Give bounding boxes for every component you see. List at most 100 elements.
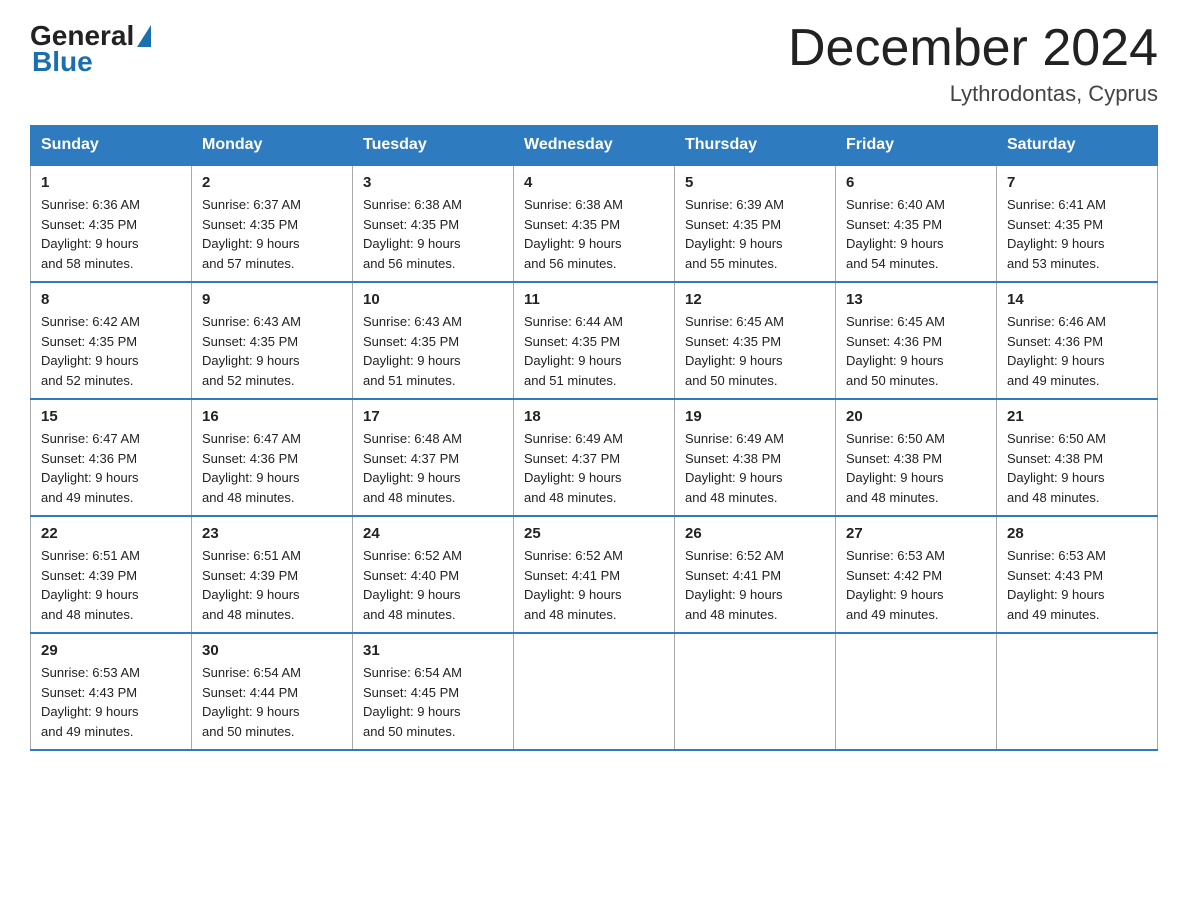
day-number: 11 bbox=[524, 291, 664, 308]
day-number: 21 bbox=[1007, 408, 1147, 425]
calendar-subtitle: Lythrodontas, Cyprus bbox=[788, 81, 1158, 107]
logo-triangle-icon bbox=[137, 25, 151, 47]
weekday-header-wednesday: Wednesday bbox=[514, 126, 675, 166]
logo-blue-text: Blue bbox=[32, 46, 93, 78]
calendar-cell bbox=[836, 633, 997, 750]
day-info: Sunrise: 6:36 AM Sunset: 4:35 PM Dayligh… bbox=[41, 195, 181, 273]
day-number: 12 bbox=[685, 291, 825, 308]
calendar-week-row: 1 Sunrise: 6:36 AM Sunset: 4:35 PM Dayli… bbox=[31, 165, 1158, 282]
weekday-header-tuesday: Tuesday bbox=[353, 126, 514, 166]
calendar-week-row: 15 Sunrise: 6:47 AM Sunset: 4:36 PM Dayl… bbox=[31, 399, 1158, 516]
day-info: Sunrise: 6:54 AM Sunset: 4:44 PM Dayligh… bbox=[202, 663, 342, 741]
calendar-cell: 9 Sunrise: 6:43 AM Sunset: 4:35 PM Dayli… bbox=[192, 282, 353, 399]
day-number: 24 bbox=[363, 525, 503, 542]
weekday-header-thursday: Thursday bbox=[675, 126, 836, 166]
day-info: Sunrise: 6:53 AM Sunset: 4:43 PM Dayligh… bbox=[41, 663, 181, 741]
day-info: Sunrise: 6:43 AM Sunset: 4:35 PM Dayligh… bbox=[202, 312, 342, 390]
calendar-cell: 16 Sunrise: 6:47 AM Sunset: 4:36 PM Dayl… bbox=[192, 399, 353, 516]
calendar-cell: 25 Sunrise: 6:52 AM Sunset: 4:41 PM Dayl… bbox=[514, 516, 675, 633]
day-number: 13 bbox=[846, 291, 986, 308]
calendar-cell: 19 Sunrise: 6:49 AM Sunset: 4:38 PM Dayl… bbox=[675, 399, 836, 516]
day-info: Sunrise: 6:37 AM Sunset: 4:35 PM Dayligh… bbox=[202, 195, 342, 273]
day-number: 3 bbox=[363, 174, 503, 191]
calendar-cell: 30 Sunrise: 6:54 AM Sunset: 4:44 PM Dayl… bbox=[192, 633, 353, 750]
day-info: Sunrise: 6:44 AM Sunset: 4:35 PM Dayligh… bbox=[524, 312, 664, 390]
calendar-cell: 21 Sunrise: 6:50 AM Sunset: 4:38 PM Dayl… bbox=[997, 399, 1158, 516]
day-info: Sunrise: 6:49 AM Sunset: 4:37 PM Dayligh… bbox=[524, 429, 664, 507]
calendar-cell: 17 Sunrise: 6:48 AM Sunset: 4:37 PM Dayl… bbox=[353, 399, 514, 516]
day-info: Sunrise: 6:50 AM Sunset: 4:38 PM Dayligh… bbox=[846, 429, 986, 507]
day-info: Sunrise: 6:51 AM Sunset: 4:39 PM Dayligh… bbox=[202, 546, 342, 624]
day-info: Sunrise: 6:40 AM Sunset: 4:35 PM Dayligh… bbox=[846, 195, 986, 273]
calendar-cell: 4 Sunrise: 6:38 AM Sunset: 4:35 PM Dayli… bbox=[514, 165, 675, 282]
day-number: 10 bbox=[363, 291, 503, 308]
day-info: Sunrise: 6:39 AM Sunset: 4:35 PM Dayligh… bbox=[685, 195, 825, 273]
calendar-cell: 10 Sunrise: 6:43 AM Sunset: 4:35 PM Dayl… bbox=[353, 282, 514, 399]
day-number: 30 bbox=[202, 642, 342, 659]
day-info: Sunrise: 6:52 AM Sunset: 4:41 PM Dayligh… bbox=[524, 546, 664, 624]
calendar-cell: 3 Sunrise: 6:38 AM Sunset: 4:35 PM Dayli… bbox=[353, 165, 514, 282]
day-number: 16 bbox=[202, 408, 342, 425]
calendar-cell: 28 Sunrise: 6:53 AM Sunset: 4:43 PM Dayl… bbox=[997, 516, 1158, 633]
day-number: 14 bbox=[1007, 291, 1147, 308]
day-info: Sunrise: 6:41 AM Sunset: 4:35 PM Dayligh… bbox=[1007, 195, 1147, 273]
weekday-header-sunday: Sunday bbox=[31, 126, 192, 166]
day-number: 7 bbox=[1007, 174, 1147, 191]
day-number: 2 bbox=[202, 174, 342, 191]
day-number: 5 bbox=[685, 174, 825, 191]
day-number: 4 bbox=[524, 174, 664, 191]
day-number: 18 bbox=[524, 408, 664, 425]
day-number: 29 bbox=[41, 642, 181, 659]
day-number: 25 bbox=[524, 525, 664, 542]
day-number: 8 bbox=[41, 291, 181, 308]
calendar-cell: 13 Sunrise: 6:45 AM Sunset: 4:36 PM Dayl… bbox=[836, 282, 997, 399]
calendar-cell bbox=[675, 633, 836, 750]
logo: General Blue bbox=[30, 20, 151, 78]
weekday-header-monday: Monday bbox=[192, 126, 353, 166]
calendar-cell: 14 Sunrise: 6:46 AM Sunset: 4:36 PM Dayl… bbox=[997, 282, 1158, 399]
weekday-header-saturday: Saturday bbox=[997, 126, 1158, 166]
calendar-week-row: 22 Sunrise: 6:51 AM Sunset: 4:39 PM Dayl… bbox=[31, 516, 1158, 633]
calendar-cell: 27 Sunrise: 6:53 AM Sunset: 4:42 PM Dayl… bbox=[836, 516, 997, 633]
day-number: 28 bbox=[1007, 525, 1147, 542]
day-info: Sunrise: 6:45 AM Sunset: 4:36 PM Dayligh… bbox=[846, 312, 986, 390]
calendar-week-row: 29 Sunrise: 6:53 AM Sunset: 4:43 PM Dayl… bbox=[31, 633, 1158, 750]
day-number: 15 bbox=[41, 408, 181, 425]
calendar-cell: 22 Sunrise: 6:51 AM Sunset: 4:39 PM Dayl… bbox=[31, 516, 192, 633]
day-number: 22 bbox=[41, 525, 181, 542]
calendar-cell: 24 Sunrise: 6:52 AM Sunset: 4:40 PM Dayl… bbox=[353, 516, 514, 633]
day-number: 19 bbox=[685, 408, 825, 425]
day-info: Sunrise: 6:47 AM Sunset: 4:36 PM Dayligh… bbox=[41, 429, 181, 507]
day-info: Sunrise: 6:45 AM Sunset: 4:35 PM Dayligh… bbox=[685, 312, 825, 390]
calendar-table: SundayMondayTuesdayWednesdayThursdayFrid… bbox=[30, 125, 1158, 751]
day-number: 26 bbox=[685, 525, 825, 542]
day-info: Sunrise: 6:38 AM Sunset: 4:35 PM Dayligh… bbox=[363, 195, 503, 273]
calendar-cell: 12 Sunrise: 6:45 AM Sunset: 4:35 PM Dayl… bbox=[675, 282, 836, 399]
day-info: Sunrise: 6:52 AM Sunset: 4:41 PM Dayligh… bbox=[685, 546, 825, 624]
day-info: Sunrise: 6:46 AM Sunset: 4:36 PM Dayligh… bbox=[1007, 312, 1147, 390]
day-info: Sunrise: 6:54 AM Sunset: 4:45 PM Dayligh… bbox=[363, 663, 503, 741]
calendar-cell: 26 Sunrise: 6:52 AM Sunset: 4:41 PM Dayl… bbox=[675, 516, 836, 633]
calendar-week-row: 8 Sunrise: 6:42 AM Sunset: 4:35 PM Dayli… bbox=[31, 282, 1158, 399]
day-number: 31 bbox=[363, 642, 503, 659]
calendar-cell: 8 Sunrise: 6:42 AM Sunset: 4:35 PM Dayli… bbox=[31, 282, 192, 399]
day-info: Sunrise: 6:43 AM Sunset: 4:35 PM Dayligh… bbox=[363, 312, 503, 390]
calendar-cell: 1 Sunrise: 6:36 AM Sunset: 4:35 PM Dayli… bbox=[31, 165, 192, 282]
calendar-cell: 6 Sunrise: 6:40 AM Sunset: 4:35 PM Dayli… bbox=[836, 165, 997, 282]
page-header: General Blue December 2024 Lythrodontas,… bbox=[30, 20, 1158, 107]
calendar-title: December 2024 bbox=[788, 20, 1158, 77]
day-number: 6 bbox=[846, 174, 986, 191]
calendar-cell: 18 Sunrise: 6:49 AM Sunset: 4:37 PM Dayl… bbox=[514, 399, 675, 516]
calendar-cell: 23 Sunrise: 6:51 AM Sunset: 4:39 PM Dayl… bbox=[192, 516, 353, 633]
day-number: 9 bbox=[202, 291, 342, 308]
calendar-cell: 5 Sunrise: 6:39 AM Sunset: 4:35 PM Dayli… bbox=[675, 165, 836, 282]
day-info: Sunrise: 6:53 AM Sunset: 4:43 PM Dayligh… bbox=[1007, 546, 1147, 624]
calendar-cell: 31 Sunrise: 6:54 AM Sunset: 4:45 PM Dayl… bbox=[353, 633, 514, 750]
day-number: 1 bbox=[41, 174, 181, 191]
day-info: Sunrise: 6:51 AM Sunset: 4:39 PM Dayligh… bbox=[41, 546, 181, 624]
title-area: December 2024 Lythrodontas, Cyprus bbox=[788, 20, 1158, 107]
day-number: 20 bbox=[846, 408, 986, 425]
weekday-header-row: SundayMondayTuesdayWednesdayThursdayFrid… bbox=[31, 126, 1158, 166]
day-number: 17 bbox=[363, 408, 503, 425]
day-info: Sunrise: 6:47 AM Sunset: 4:36 PM Dayligh… bbox=[202, 429, 342, 507]
